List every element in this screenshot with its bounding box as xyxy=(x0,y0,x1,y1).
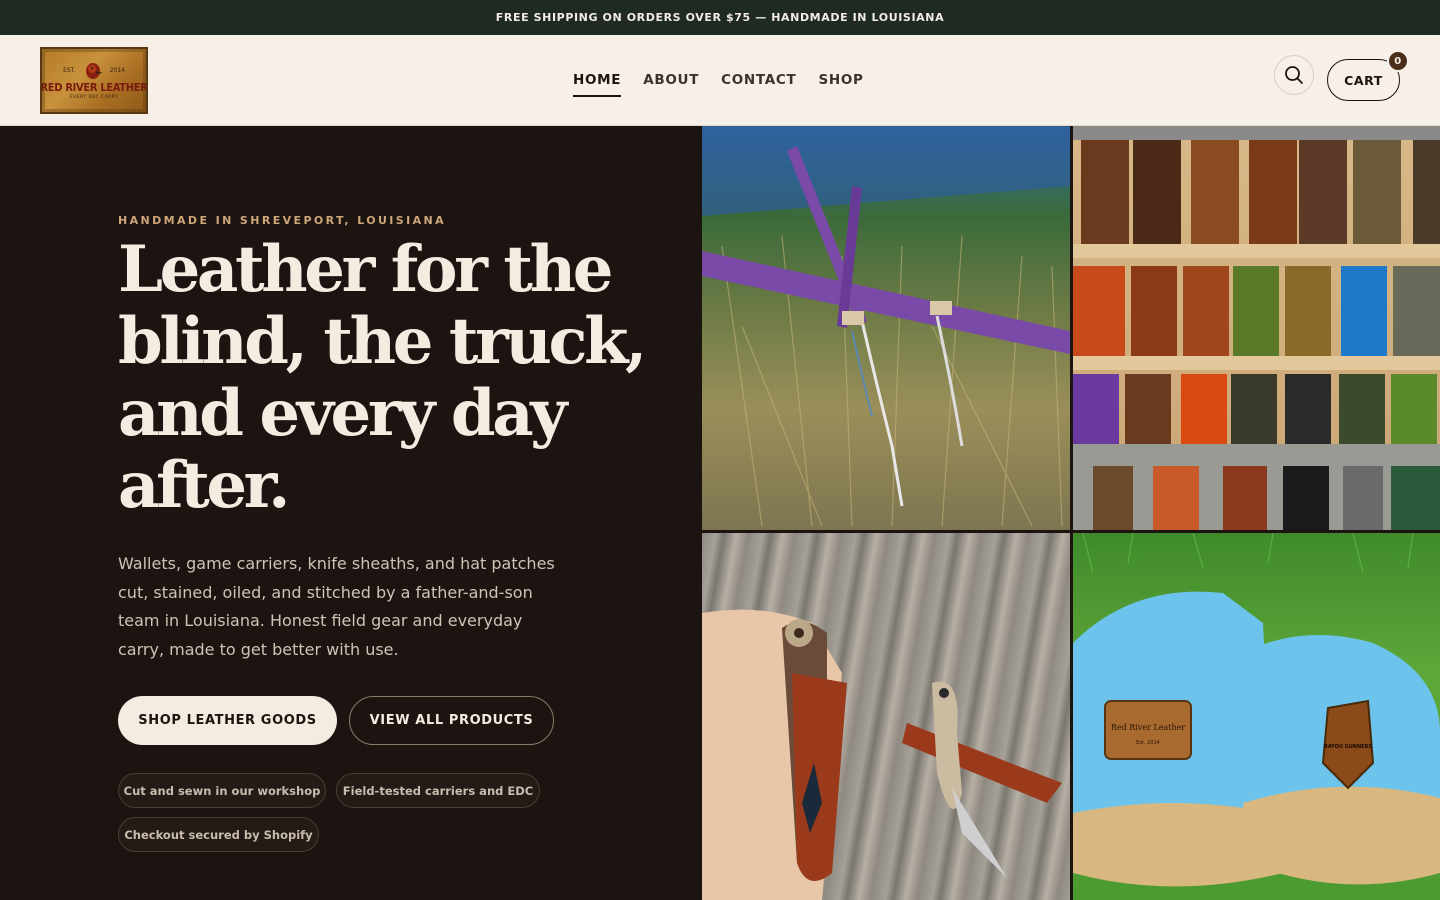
nav-item-about[interactable]: ABOUT xyxy=(643,66,699,94)
logo-tagline: EVERY DAY CARRY xyxy=(69,94,119,100)
nav-item-home[interactable]: HOME xyxy=(573,66,622,97)
view-all-products-button[interactable]: VIEW ALL PRODUCTS xyxy=(349,696,554,745)
wallet-display-photo[interactable] xyxy=(1073,126,1440,530)
hat-patch-brand-text: Red River Leather xyxy=(1111,723,1186,732)
brand-logo[interactable]: EST. 2014 RED RIVER LEATHER EVERY DAY CA… xyxy=(40,47,148,114)
nav-item-shop[interactable]: SHOP xyxy=(818,66,863,94)
nav-item-contact[interactable]: CONTACT xyxy=(721,66,796,94)
hat-patch-right-text: BAYOU GUNNERS xyxy=(1324,744,1372,750)
hero-section: HANDMADE IN SHREVEPORT, LOUISIANA Leathe… xyxy=(0,126,702,900)
search-icon xyxy=(1285,66,1303,84)
main-nav: HOME ABOUT CONTACT SHOP xyxy=(573,35,864,125)
game-carrier-illustration xyxy=(702,126,1070,527)
game-carrier-photo[interactable] xyxy=(702,126,1070,530)
hero-subtext: Wallets, game carriers, knife sheaths, a… xyxy=(118,554,555,659)
search-button[interactable] xyxy=(1274,55,1314,95)
site-header: EST. 2014 RED RIVER LEATHER EVERY DAY CA… xyxy=(0,35,1440,126)
logo-top-row: EST. 2014 xyxy=(63,62,125,80)
wallet-display-illustration xyxy=(1073,126,1440,530)
announcement-bar: FREE SHIPPING ON ORDERS OVER $75 — HANDM… xyxy=(0,0,1440,35)
feature-pill-field-tested: Field-tested carriers and EDC xyxy=(336,773,540,808)
knife-sheath-illustration xyxy=(702,609,1062,900)
feature-pill-workshop: Cut and sewn in our workshop xyxy=(118,773,326,808)
cart-label: CART xyxy=(1344,72,1383,88)
hat-patch-illustration: Red River Leather Est. 2014 BAYOU GUNNER… xyxy=(1073,533,1440,887)
logo-year: 2014 xyxy=(109,67,125,74)
shop-leather-goods-button[interactable]: SHOP LEATHER GOODS xyxy=(118,696,337,745)
feature-pill-shopify: Checkout secured by Shopify xyxy=(118,817,319,852)
logo-name: RED RIVER LEATHER xyxy=(40,80,148,94)
announcement-text: FREE SHIPPING ON ORDERS OVER $75 — HANDM… xyxy=(495,11,945,24)
duck-head-icon xyxy=(85,62,103,79)
hero-eyebrow: HANDMADE IN SHREVEPORT, LOUISIANA xyxy=(118,214,447,227)
hero-headline: Leather for the blind, the truck, and ev… xyxy=(118,232,647,523)
hat-patch-year-text: Est. 2014 xyxy=(1136,740,1160,746)
cart-count-badge: 0 xyxy=(1387,50,1409,72)
logo-est: EST. xyxy=(63,67,76,74)
cart-button[interactable]: CART 0 xyxy=(1327,50,1409,101)
knife-sheath-photo[interactable] xyxy=(702,533,1070,900)
hat-patch-photo[interactable]: Red River Leather Est. 2014 BAYOU GUNNER… xyxy=(1073,533,1440,900)
